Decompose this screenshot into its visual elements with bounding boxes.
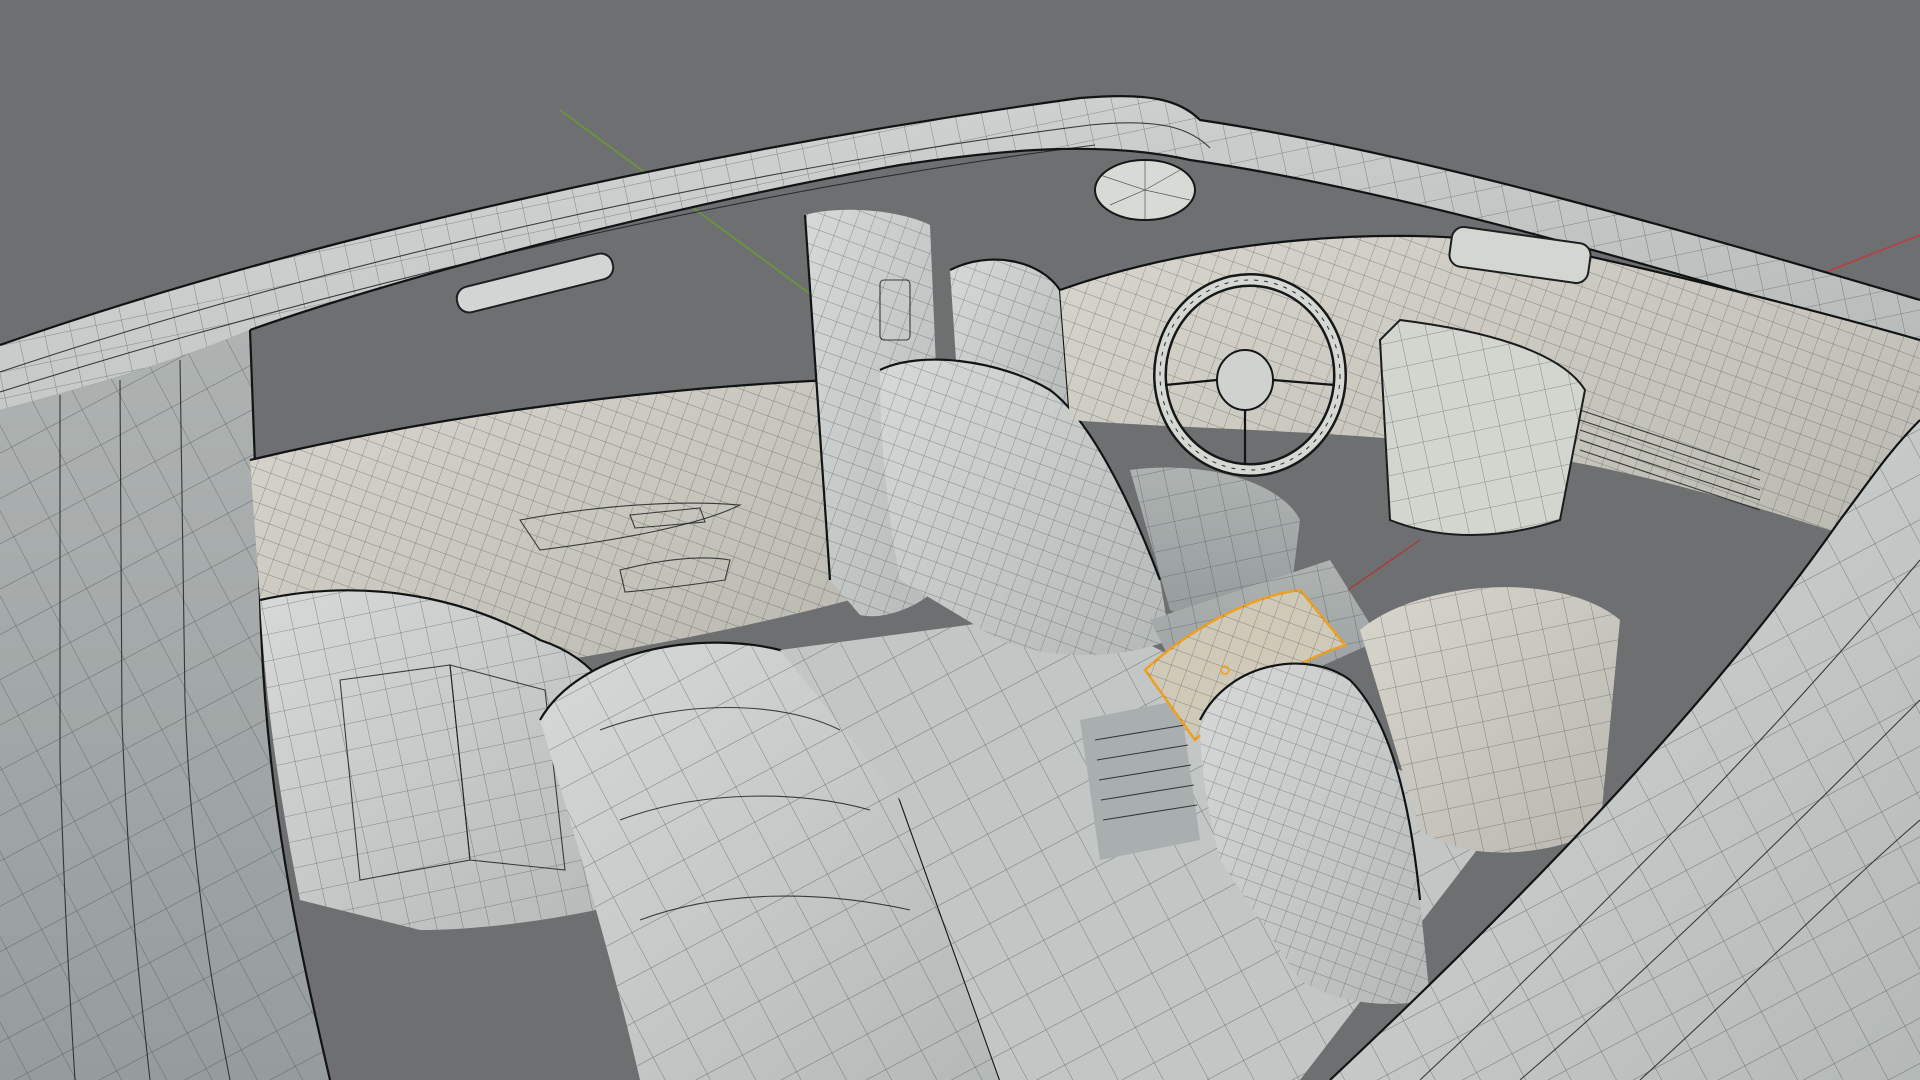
3d-viewport[interactable] (0, 0, 1920, 1080)
viewport-canvas[interactable] (0, 0, 1920, 1080)
